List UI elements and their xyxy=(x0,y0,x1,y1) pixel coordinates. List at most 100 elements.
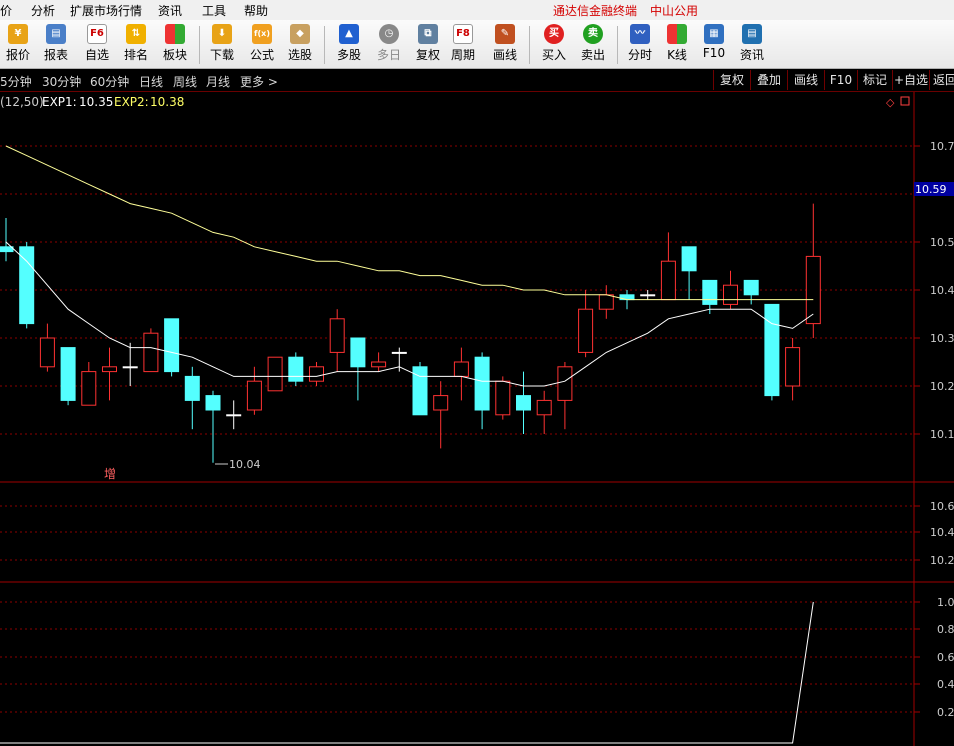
candle-body[interactable] xyxy=(640,294,656,297)
candle-body[interactable] xyxy=(184,375,200,401)
sell-button[interactable]: 卖 卖出 xyxy=(573,22,613,66)
candle-body[interactable] xyxy=(0,246,14,253)
timeshare-icon: 〰 xyxy=(630,24,650,44)
restore-tab[interactable]: 复权 xyxy=(713,70,750,90)
f10-tab[interactable]: F10 xyxy=(824,70,857,90)
clock-icon: ◷ xyxy=(379,24,399,44)
candle-body[interactable] xyxy=(309,366,324,382)
candle-body[interactable] xyxy=(453,361,469,377)
maximize-icon[interactable] xyxy=(900,96,910,106)
candle-body[interactable] xyxy=(164,318,180,373)
multi-day-button[interactable]: ◷ 多日 xyxy=(369,22,409,66)
menu-bar: 价 分析 扩展市场行情 资讯 工具 帮助 通达信金融终端 中山公用 xyxy=(0,0,954,20)
candle-body[interactable] xyxy=(391,351,407,354)
formula-label: 公式 xyxy=(249,48,274,62)
menu-tools[interactable]: 工具 xyxy=(202,2,226,19)
timeshare-button[interactable]: 〰 分时 xyxy=(620,22,660,66)
period-5min[interactable]: 5分钟 xyxy=(0,73,32,90)
kline-icon xyxy=(667,24,687,44)
candle-body[interactable] xyxy=(288,356,304,382)
period-monthly[interactable]: 月线 xyxy=(206,73,230,90)
candle-body[interactable] xyxy=(102,366,117,373)
menu-help[interactable]: 帮助 xyxy=(244,2,268,19)
kline-chart[interactable]: (12,50) EXP1: 10.35 EXP2: 10.38 ◇ 10.7 1… xyxy=(0,92,954,746)
candle-body[interactable] xyxy=(805,255,821,325)
candle-body[interactable] xyxy=(350,337,366,368)
restore-button[interactable]: ⧉ 复权 xyxy=(408,22,448,66)
sector-button[interactable]: 板块 xyxy=(155,22,195,66)
toolbar-separator xyxy=(617,26,618,64)
menu-news[interactable]: 资讯 xyxy=(158,2,182,19)
candle-body[interactable] xyxy=(660,260,676,301)
candle-body[interactable] xyxy=(226,414,242,417)
add-watchlist-tab[interactable]: +自选 xyxy=(892,70,929,90)
candle-body[interactable] xyxy=(681,246,697,272)
app-title: 通达信金融终端 xyxy=(553,4,638,18)
candle-body[interactable] xyxy=(578,308,594,353)
diamond-icon[interactable]: ◇ xyxy=(886,96,895,109)
download-button[interactable]: ⬇ 下载 xyxy=(202,22,242,66)
candle-body[interactable] xyxy=(60,347,76,401)
overlay-tab[interactable]: 叠加 xyxy=(750,70,787,90)
toolbar-separator xyxy=(324,26,325,64)
f6-icon: F6 xyxy=(87,24,107,44)
candle-body[interactable] xyxy=(474,356,490,411)
candle-body[interactable] xyxy=(598,294,614,310)
period-weekly[interactable]: 周线 xyxy=(173,73,197,90)
period-60min[interactable]: 60分钟 xyxy=(90,73,129,90)
buy-icon: 买 xyxy=(544,24,564,44)
exp1-value: 10.35 xyxy=(79,95,113,109)
candle-body[interactable] xyxy=(433,395,449,411)
quote-button[interactable]: ¥ 报价 xyxy=(0,22,38,66)
stock-name: 中山公用 xyxy=(650,4,699,18)
candle-body[interactable] xyxy=(267,356,283,392)
buy-button[interactable]: 买 买入 xyxy=(534,22,574,66)
candle-body[interactable] xyxy=(536,399,552,416)
candle-body[interactable] xyxy=(81,371,97,406)
candle-body[interactable] xyxy=(495,380,511,416)
period-daily[interactable]: 日线 xyxy=(139,73,163,90)
watchlist-button[interactable]: F6 自选 xyxy=(77,22,117,66)
exp1-label: EXP1: xyxy=(42,95,77,109)
download-icon: ⬇ xyxy=(212,24,232,44)
mark-tab[interactable]: 标记 xyxy=(857,70,892,90)
menu-price[interactable]: 价 xyxy=(0,2,12,19)
candle-body[interactable] xyxy=(785,347,801,387)
candle-body[interactable] xyxy=(764,303,780,397)
ranking-button[interactable]: ⇅ 排名 xyxy=(116,22,156,66)
menu-analysis[interactable]: 分析 xyxy=(31,2,55,19)
report-button[interactable]: ▤ 报表 xyxy=(36,22,76,66)
candle-body[interactable] xyxy=(143,332,159,373)
candle-body[interactable] xyxy=(723,284,738,305)
candle-body[interactable] xyxy=(371,361,387,368)
f8-icon: F8 xyxy=(453,24,473,44)
candle-body[interactable] xyxy=(122,366,138,369)
f10-icon: ▦ xyxy=(704,24,724,44)
pick-stock-icon: ◆ xyxy=(290,24,310,44)
menu-extended-market[interactable]: 扩展市场行情 xyxy=(70,2,142,19)
candle-body[interactable] xyxy=(743,279,759,296)
candle-body[interactable] xyxy=(19,246,35,325)
pick-stock-button[interactable]: ◆ 选股 xyxy=(280,22,320,66)
watchlist-label: 自选 xyxy=(84,48,109,62)
bottom-indicator-line xyxy=(0,601,814,744)
candle-body[interactable] xyxy=(205,395,221,411)
back-tab[interactable]: 返回 xyxy=(929,70,954,90)
f10-button[interactable]: ▦ F10 xyxy=(694,22,734,66)
period-button[interactable]: F8 周期 xyxy=(443,22,483,66)
multi-stock-button[interactable]: ▲ 多股 xyxy=(329,22,369,66)
kline-button[interactable]: K线 xyxy=(657,22,697,66)
candle-body[interactable] xyxy=(39,337,55,368)
candle-body[interactable] xyxy=(702,279,718,305)
draw-line-button[interactable]: ✎ 画线 xyxy=(485,22,525,66)
candle-body[interactable] xyxy=(329,318,345,353)
candle-body[interactable] xyxy=(516,395,531,411)
draw-line-tab[interactable]: 画线 xyxy=(787,70,824,90)
period-30min[interactable]: 30分钟 xyxy=(42,73,81,90)
news-button[interactable]: ▤ 资讯 xyxy=(732,22,772,66)
candle-body[interactable] xyxy=(246,380,262,411)
candle-body[interactable] xyxy=(557,366,573,401)
period-more[interactable]: 更多 > xyxy=(240,73,278,90)
grid-lines xyxy=(0,145,920,713)
formula-button[interactable]: f(x) 公式 xyxy=(242,22,282,66)
